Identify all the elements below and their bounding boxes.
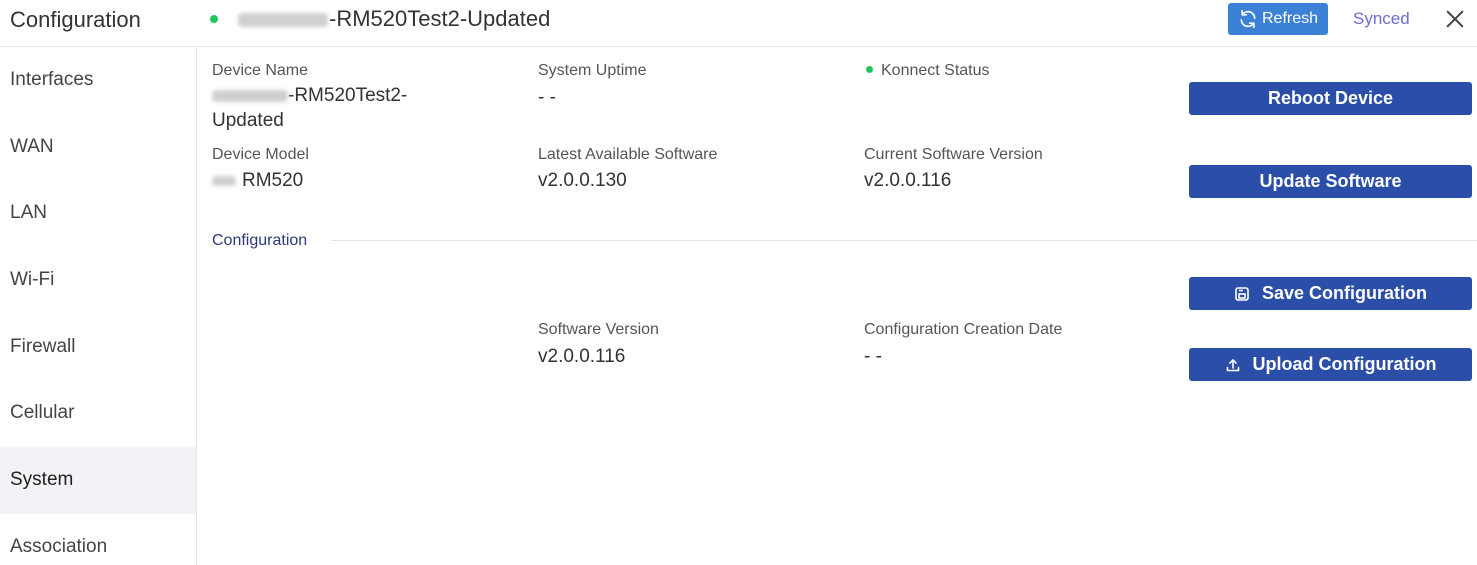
sidebar-item-wan[interactable]: WAN <box>0 114 196 181</box>
system-uptime-value: - - <box>538 87 556 108</box>
konnect-status-dot <box>866 66 873 73</box>
software-version-label: Software Version <box>538 321 659 338</box>
upload-configuration-button[interactable]: Upload Configuration <box>1189 348 1472 381</box>
device-model-text: RM520 <box>242 170 304 191</box>
save-configuration-label: Save Configuration <box>1261 283 1427 303</box>
sidebar-item-lan[interactable]: LAN <box>0 180 196 247</box>
latest-software-value: v2.0.0.130 <box>538 170 627 191</box>
sidebar-item-interfaces[interactable]: Interfaces <box>0 47 196 114</box>
redacted-text <box>238 13 328 28</box>
sidebar-item-system[interactable]: System <box>0 447 196 514</box>
device-title: -RM520Test2-Updated <box>238 6 550 32</box>
configuration-section-title: Configuration <box>212 232 308 249</box>
config-creation-date-label: Configuration Creation Date <box>864 321 1063 338</box>
refresh-button[interactable]: Refresh <box>1228 3 1328 35</box>
device-name-line2: Updated <box>212 110 284 131</box>
device-name-line1: -RM520Test2- <box>288 85 408 106</box>
upload-icon <box>1226 358 1239 371</box>
konnect-status-label: Konnect Status <box>881 62 990 79</box>
section-divider <box>331 240 1477 241</box>
sync-status: Synced <box>1353 9 1410 28</box>
refresh-icon <box>1240 9 1256 29</box>
close-button[interactable] <box>1439 3 1471 35</box>
device-model-value: RM520 <box>212 169 303 193</box>
floppy-disk-icon <box>1235 286 1249 301</box>
upload-configuration-label: Upload Configuration <box>1252 354 1437 374</box>
latest-software-label: Latest Available Software <box>538 146 718 163</box>
device-name-label: Device Name <box>212 62 309 79</box>
header-bar: Configuration -RM520Test2-Updated Refres… <box>0 0 1477 47</box>
system-uptime-label: System Uptime <box>538 62 647 79</box>
app-title: Configuration <box>10 7 141 32</box>
redacted-text <box>212 175 236 186</box>
device-title-text: -RM520Test2-Updated <box>329 6 551 31</box>
save-configuration-button[interactable]: Save Configuration <box>1189 277 1472 310</box>
redacted-text <box>212 89 288 102</box>
config-creation-date-value: - - <box>864 346 882 367</box>
sidebar-item-firewall[interactable]: Firewall <box>0 314 196 381</box>
device-model-label: Device Model <box>212 146 309 163</box>
sidebar-item-association[interactable]: Association <box>0 514 196 565</box>
current-software-label: Current Software Version <box>864 146 1043 163</box>
device-name-value: -RM520Test2- <box>212 84 407 108</box>
device-status-dot <box>210 15 218 23</box>
reboot-device-label: Reboot Device <box>1267 88 1394 108</box>
close-icon <box>1446 10 1464 28</box>
update-software-label: Update Software <box>1259 171 1402 191</box>
current-software-value: v2.0.0.116 <box>864 170 952 191</box>
update-software-button[interactable]: Update Software <box>1189 165 1472 198</box>
sidebar: Interfaces WAN LAN Wi-Fi Firewall Cellul… <box>0 47 197 565</box>
refresh-label: Refresh <box>1261 10 1319 27</box>
reboot-device-button[interactable]: Reboot Device <box>1189 82 1472 115</box>
software-version-value: v2.0.0.116 <box>538 346 626 367</box>
sidebar-item-wifi[interactable]: Wi-Fi <box>0 247 196 314</box>
sidebar-item-cellular[interactable]: Cellular <box>0 380 196 447</box>
